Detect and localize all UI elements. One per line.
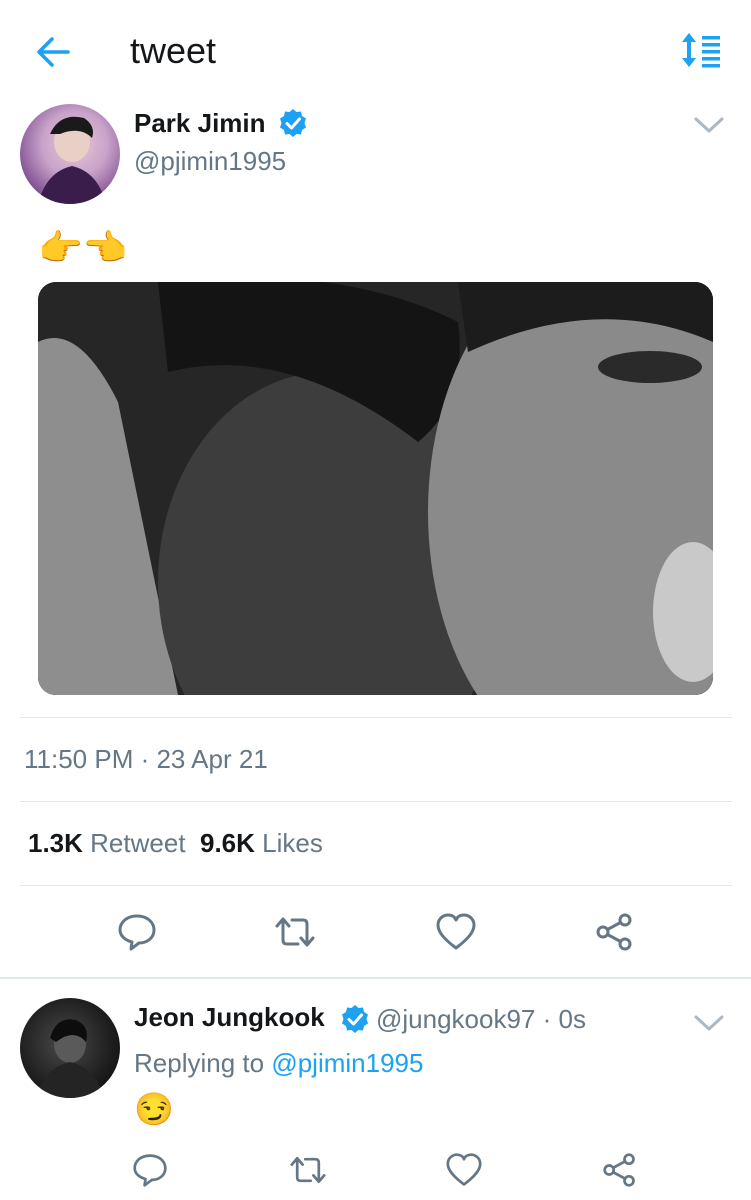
verified-badge-icon xyxy=(340,1004,370,1034)
chevron-down-icon[interactable] xyxy=(692,114,726,136)
replying-prefix: Replying to xyxy=(134,1048,265,1078)
reply-bubble-icon[interactable] xyxy=(130,1152,170,1188)
retweet-icon[interactable] xyxy=(273,912,317,952)
verified-badge-icon xyxy=(278,108,308,138)
sort-list-icon[interactable] xyxy=(678,30,724,70)
tweet-text: 👉👈 xyxy=(38,227,128,268)
author-handle[interactable]: @pjimin1995 xyxy=(134,146,286,177)
retweet-count[interactable]: 1.3K xyxy=(28,828,83,858)
tweet-timestamp: 11:50 PM · 23 Apr 21 xyxy=(24,744,268,774)
tweet-photo[interactable] xyxy=(38,282,713,695)
reply-bubble-icon[interactable] xyxy=(115,912,159,952)
heart-icon[interactable] xyxy=(444,1152,484,1188)
likes-label[interactable]: Likes xyxy=(262,828,323,858)
tweet-stats: 1.3K Retweet 9.6K Likes xyxy=(28,828,323,859)
chevron-down-icon[interactable] xyxy=(692,1012,726,1034)
divider xyxy=(20,885,732,886)
share-icon[interactable] xyxy=(593,912,637,952)
heart-icon[interactable] xyxy=(434,912,478,952)
likes-count[interactable]: 9.6K xyxy=(200,828,255,858)
divider xyxy=(20,801,732,802)
share-icon[interactable] xyxy=(600,1152,640,1188)
reply-author-avatar[interactable] xyxy=(20,998,120,1098)
author-avatar[interactable] xyxy=(20,104,120,204)
reply-text: 😏 xyxy=(134,1091,174,1127)
author-name[interactable]: Park Jimin xyxy=(134,108,266,139)
reply-author-name[interactable]: Jeon Jungkook xyxy=(134,1002,325,1033)
replying-to: Replying to @pjimin1995 xyxy=(134,1048,423,1079)
replying-handle-link[interactable]: @pjimin1995 xyxy=(271,1048,423,1078)
back-arrow-icon[interactable] xyxy=(34,34,74,70)
retweet-label[interactable]: Retweet xyxy=(90,828,185,858)
retweet-icon[interactable] xyxy=(288,1152,328,1188)
section-divider xyxy=(0,977,751,979)
page-title: tweet xyxy=(130,30,217,71)
reply-meta[interactable]: @jungkook97 · 0s xyxy=(376,1004,586,1035)
divider xyxy=(20,717,732,718)
